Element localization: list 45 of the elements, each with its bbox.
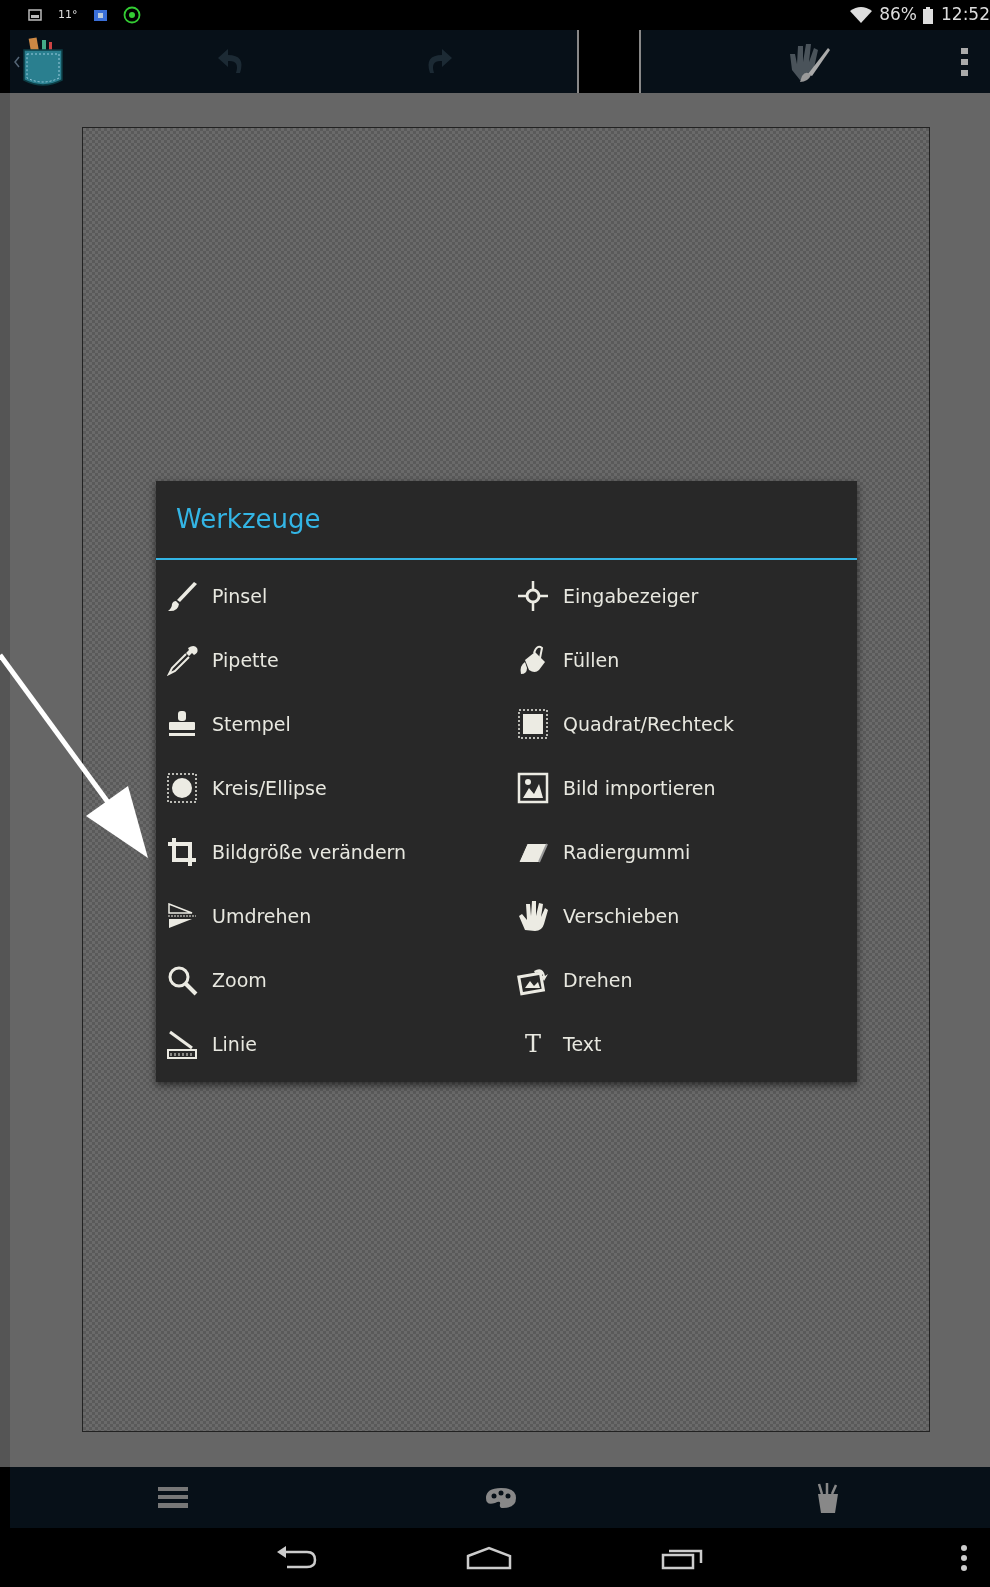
tool-item[interactable]: T Text — [507, 1012, 857, 1076]
overflow-menu-icon[interactable] — [960, 45, 970, 78]
brush-icon — [166, 580, 198, 612]
tool-item[interactable]: Radiergummi — [507, 820, 857, 884]
tool-item[interactable]: Zoom — [156, 948, 507, 1012]
tool-item[interactable]: Kreis/Ellipse — [156, 756, 507, 820]
crosshair-icon — [517, 580, 549, 612]
app-icon — [93, 9, 107, 21]
back-caret-icon — [14, 55, 20, 68]
image-icon — [28, 9, 42, 21]
tool-item[interactable]: Verschieben — [507, 884, 857, 948]
notification-icon — [122, 6, 141, 24]
wifi-icon — [849, 6, 874, 24]
tool-item[interactable]: Drehen — [507, 948, 857, 1012]
menu-icon[interactable] — [158, 1486, 189, 1509]
image-icon — [517, 772, 549, 804]
overflow-menu-icon[interactable] — [960, 1544, 968, 1571]
tool-item[interactable]: Bildgröße verändern — [156, 820, 507, 884]
temperature-text: 11° — [58, 6, 78, 23]
tool-item[interactable]: Umdrehen — [156, 884, 507, 948]
rectangle-icon — [517, 708, 549, 740]
tool-item[interactable]: Stempel — [156, 692, 507, 756]
palette-icon[interactable] — [485, 1485, 517, 1510]
tool-item[interactable]: Pinsel — [156, 564, 507, 628]
tool-item[interactable]: Linie — [156, 1012, 507, 1076]
clock-text: 12:52 — [941, 3, 990, 27]
toolbar-divider — [577, 30, 579, 93]
battery-text: 86% — [879, 3, 917, 27]
text-tool-icon: T — [517, 1026, 549, 1062]
tool-item[interactable]: Füllen — [507, 628, 857, 692]
tool-item[interactable]: Bild importieren — [507, 756, 857, 820]
ruler-line-icon — [166, 1028, 198, 1060]
toolbar-divider — [639, 30, 641, 93]
dialog-title: Werkzeuge — [156, 481, 857, 560]
pipette-icon — [166, 644, 198, 676]
hand-icon — [517, 900, 549, 932]
tool-item[interactable]: Eingabezeiger — [507, 564, 857, 628]
tool-item[interactable]: Pipette — [156, 628, 507, 692]
app-logo-button[interactable] — [14, 35, 64, 88]
battery-icon — [923, 6, 933, 24]
home-icon[interactable] — [466, 1545, 512, 1570]
crop-icon — [166, 836, 198, 868]
magnifier-icon — [166, 964, 198, 996]
pocket-icon — [22, 35, 64, 88]
tool-item[interactable]: Quadrat/Rechteck — [507, 692, 857, 756]
